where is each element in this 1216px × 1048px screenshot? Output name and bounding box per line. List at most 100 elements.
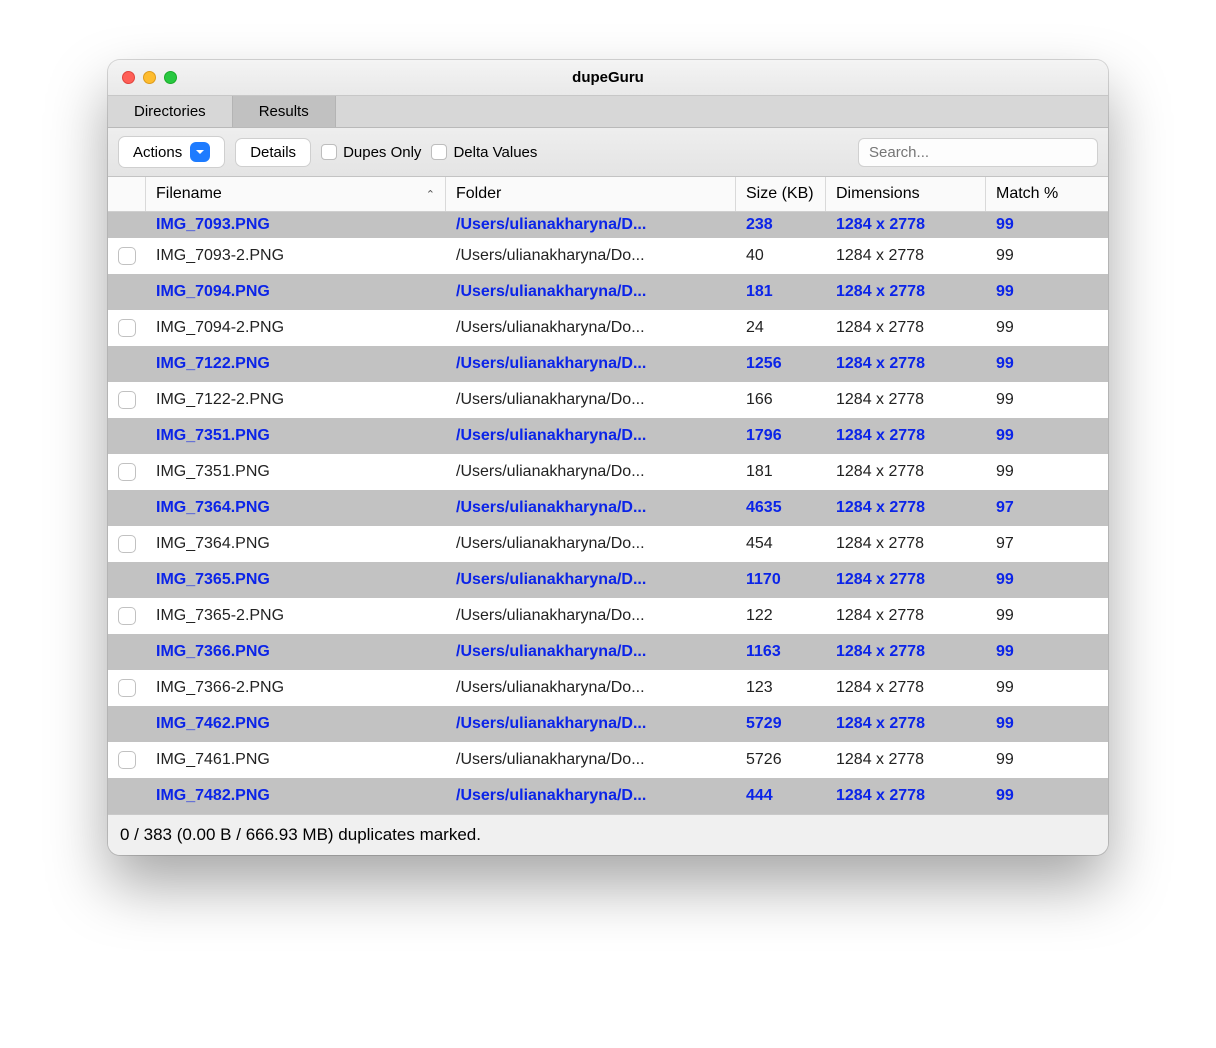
- table-row[interactable]: IMG_7366.PNG/Users/ulianakharyna/D...116…: [108, 634, 1108, 670]
- row-checkbox-cell: [108, 418, 146, 454]
- row-checkbox[interactable]: [118, 751, 136, 769]
- cell-filename: IMG_7461.PNG: [146, 742, 446, 778]
- cell-dimensions: 1284 x 2778: [826, 562, 986, 598]
- cell-dimensions: 1284 x 2778: [826, 274, 986, 310]
- dupes-only-label: Dupes Only: [343, 144, 421, 161]
- column-header-filename[interactable]: Filename ⌃: [146, 177, 446, 211]
- table-row[interactable]: IMG_7364.PNG/Users/ulianakharyna/D...463…: [108, 490, 1108, 526]
- row-checkbox-cell: [108, 454, 146, 490]
- cell-filename: IMG_7093-2.PNG: [146, 238, 446, 274]
- row-checkbox[interactable]: [118, 391, 136, 409]
- column-header-size[interactable]: Size (KB): [736, 177, 826, 211]
- table-row[interactable]: IMG_7093-2.PNG/Users/ulianakharyna/Do...…: [108, 238, 1108, 274]
- cell-dimensions: 1284 x 2778: [826, 598, 986, 634]
- cell-match: 99: [986, 634, 1108, 670]
- cell-filename: IMG_7366-2.PNG: [146, 670, 446, 706]
- table-row[interactable]: IMG_7093.PNG/Users/ulianakharyna/D...238…: [108, 212, 1108, 238]
- cell-dimensions: 1284 x 2778: [826, 454, 986, 490]
- chevron-down-icon: [190, 142, 210, 162]
- cell-size: 122: [736, 598, 826, 634]
- row-checkbox[interactable]: [118, 319, 136, 337]
- row-checkbox[interactable]: [118, 607, 136, 625]
- row-checkbox-cell: [108, 346, 146, 382]
- tab-directories[interactable]: Directories: [108, 96, 233, 127]
- row-checkbox-cell: [108, 382, 146, 418]
- cell-match: 99: [986, 598, 1108, 634]
- sort-asc-icon: ⌃: [426, 188, 435, 201]
- search-input[interactable]: [858, 138, 1098, 167]
- column-header-folder[interactable]: Folder: [446, 177, 736, 211]
- cell-dimensions: 1284 x 2778: [826, 346, 986, 382]
- cell-dimensions: 1284 x 2778: [826, 742, 986, 778]
- cell-match: 99: [986, 562, 1108, 598]
- results-table: IMG_7093.PNG/Users/ulianakharyna/D...238…: [108, 212, 1108, 814]
- cell-size: 166: [736, 382, 826, 418]
- window-title: dupeGuru: [108, 69, 1108, 86]
- column-header-checkbox[interactable]: [108, 177, 146, 211]
- table-row[interactable]: IMG_7462.PNG/Users/ulianakharyna/D...572…: [108, 706, 1108, 742]
- table-row[interactable]: IMG_7122.PNG/Users/ulianakharyna/D...125…: [108, 346, 1108, 382]
- cell-folder: /Users/ulianakharyna/D...: [446, 346, 736, 382]
- row-checkbox-cell: [108, 598, 146, 634]
- row-checkbox-cell: [108, 742, 146, 778]
- row-checkbox[interactable]: [118, 463, 136, 481]
- checkbox-icon: [431, 144, 447, 160]
- table-row[interactable]: IMG_7351.PNG/Users/ulianakharyna/Do...18…: [108, 454, 1108, 490]
- cell-match: 99: [986, 778, 1108, 814]
- cell-folder: /Users/ulianakharyna/Do...: [446, 598, 736, 634]
- actions-button[interactable]: Actions: [118, 136, 225, 168]
- app-window: dupeGuru Directories Results Actions Det…: [108, 60, 1108, 855]
- table-row[interactable]: IMG_7366-2.PNG/Users/ulianakharyna/Do...…: [108, 670, 1108, 706]
- cell-match: 99: [986, 212, 1108, 238]
- table-row[interactable]: IMG_7482.PNG/Users/ulianakharyna/D...444…: [108, 778, 1108, 814]
- table-row[interactable]: IMG_7365.PNG/Users/ulianakharyna/D...117…: [108, 562, 1108, 598]
- cell-filename: IMG_7366.PNG: [146, 634, 446, 670]
- cell-size: 5726: [736, 742, 826, 778]
- table-row[interactable]: IMG_7365-2.PNG/Users/ulianakharyna/Do...…: [108, 598, 1108, 634]
- cell-dimensions: 1284 x 2778: [826, 310, 986, 346]
- cell-size: 1796: [736, 418, 826, 454]
- cell-filename: IMG_7462.PNG: [146, 706, 446, 742]
- cell-dimensions: 1284 x 2778: [826, 670, 986, 706]
- cell-folder: /Users/ulianakharyna/D...: [446, 490, 736, 526]
- cell-match: 99: [986, 238, 1108, 274]
- cell-folder: /Users/ulianakharyna/D...: [446, 706, 736, 742]
- table-row[interactable]: IMG_7364.PNG/Users/ulianakharyna/Do...45…: [108, 526, 1108, 562]
- cell-filename: IMG_7364.PNG: [146, 526, 446, 562]
- table-row[interactable]: IMG_7351.PNG/Users/ulianakharyna/D...179…: [108, 418, 1108, 454]
- delta-values-checkbox[interactable]: Delta Values: [431, 144, 537, 161]
- cell-size: 454: [736, 526, 826, 562]
- row-checkbox-cell: [108, 706, 146, 742]
- column-header-dimensions[interactable]: Dimensions: [826, 177, 986, 211]
- details-button[interactable]: Details: [235, 138, 311, 167]
- column-header-match[interactable]: Match %: [986, 177, 1108, 211]
- row-checkbox-cell: [108, 634, 146, 670]
- cell-size: 238: [736, 212, 826, 238]
- row-checkbox-cell: [108, 526, 146, 562]
- cell-match: 99: [986, 742, 1108, 778]
- cell-dimensions: 1284 x 2778: [826, 634, 986, 670]
- cell-folder: /Users/ulianakharyna/Do...: [446, 742, 736, 778]
- cell-size: 181: [736, 454, 826, 490]
- row-checkbox[interactable]: [118, 535, 136, 553]
- cell-match: 99: [986, 454, 1108, 490]
- cell-filename: IMG_7482.PNG: [146, 778, 446, 814]
- cell-size: 444: [736, 778, 826, 814]
- dupes-only-checkbox[interactable]: Dupes Only: [321, 144, 421, 161]
- cell-size: 4635: [736, 490, 826, 526]
- table-row[interactable]: IMG_7094-2.PNG/Users/ulianakharyna/Do...…: [108, 310, 1108, 346]
- table-row[interactable]: IMG_7094.PNG/Users/ulianakharyna/D...181…: [108, 274, 1108, 310]
- cell-folder: /Users/ulianakharyna/D...: [446, 212, 736, 238]
- cell-match: 97: [986, 490, 1108, 526]
- tab-results[interactable]: Results: [233, 96, 336, 127]
- cell-dimensions: 1284 x 2778: [826, 212, 986, 238]
- row-checkbox[interactable]: [118, 679, 136, 697]
- row-checkbox[interactable]: [118, 247, 136, 265]
- table-row[interactable]: IMG_7461.PNG/Users/ulianakharyna/Do...57…: [108, 742, 1108, 778]
- cell-dimensions: 1284 x 2778: [826, 706, 986, 742]
- delta-values-label: Delta Values: [453, 144, 537, 161]
- table-row[interactable]: IMG_7122-2.PNG/Users/ulianakharyna/Do...…: [108, 382, 1108, 418]
- cell-size: 123: [736, 670, 826, 706]
- cell-filename: IMG_7094.PNG: [146, 274, 446, 310]
- cell-filename: IMG_7365.PNG: [146, 562, 446, 598]
